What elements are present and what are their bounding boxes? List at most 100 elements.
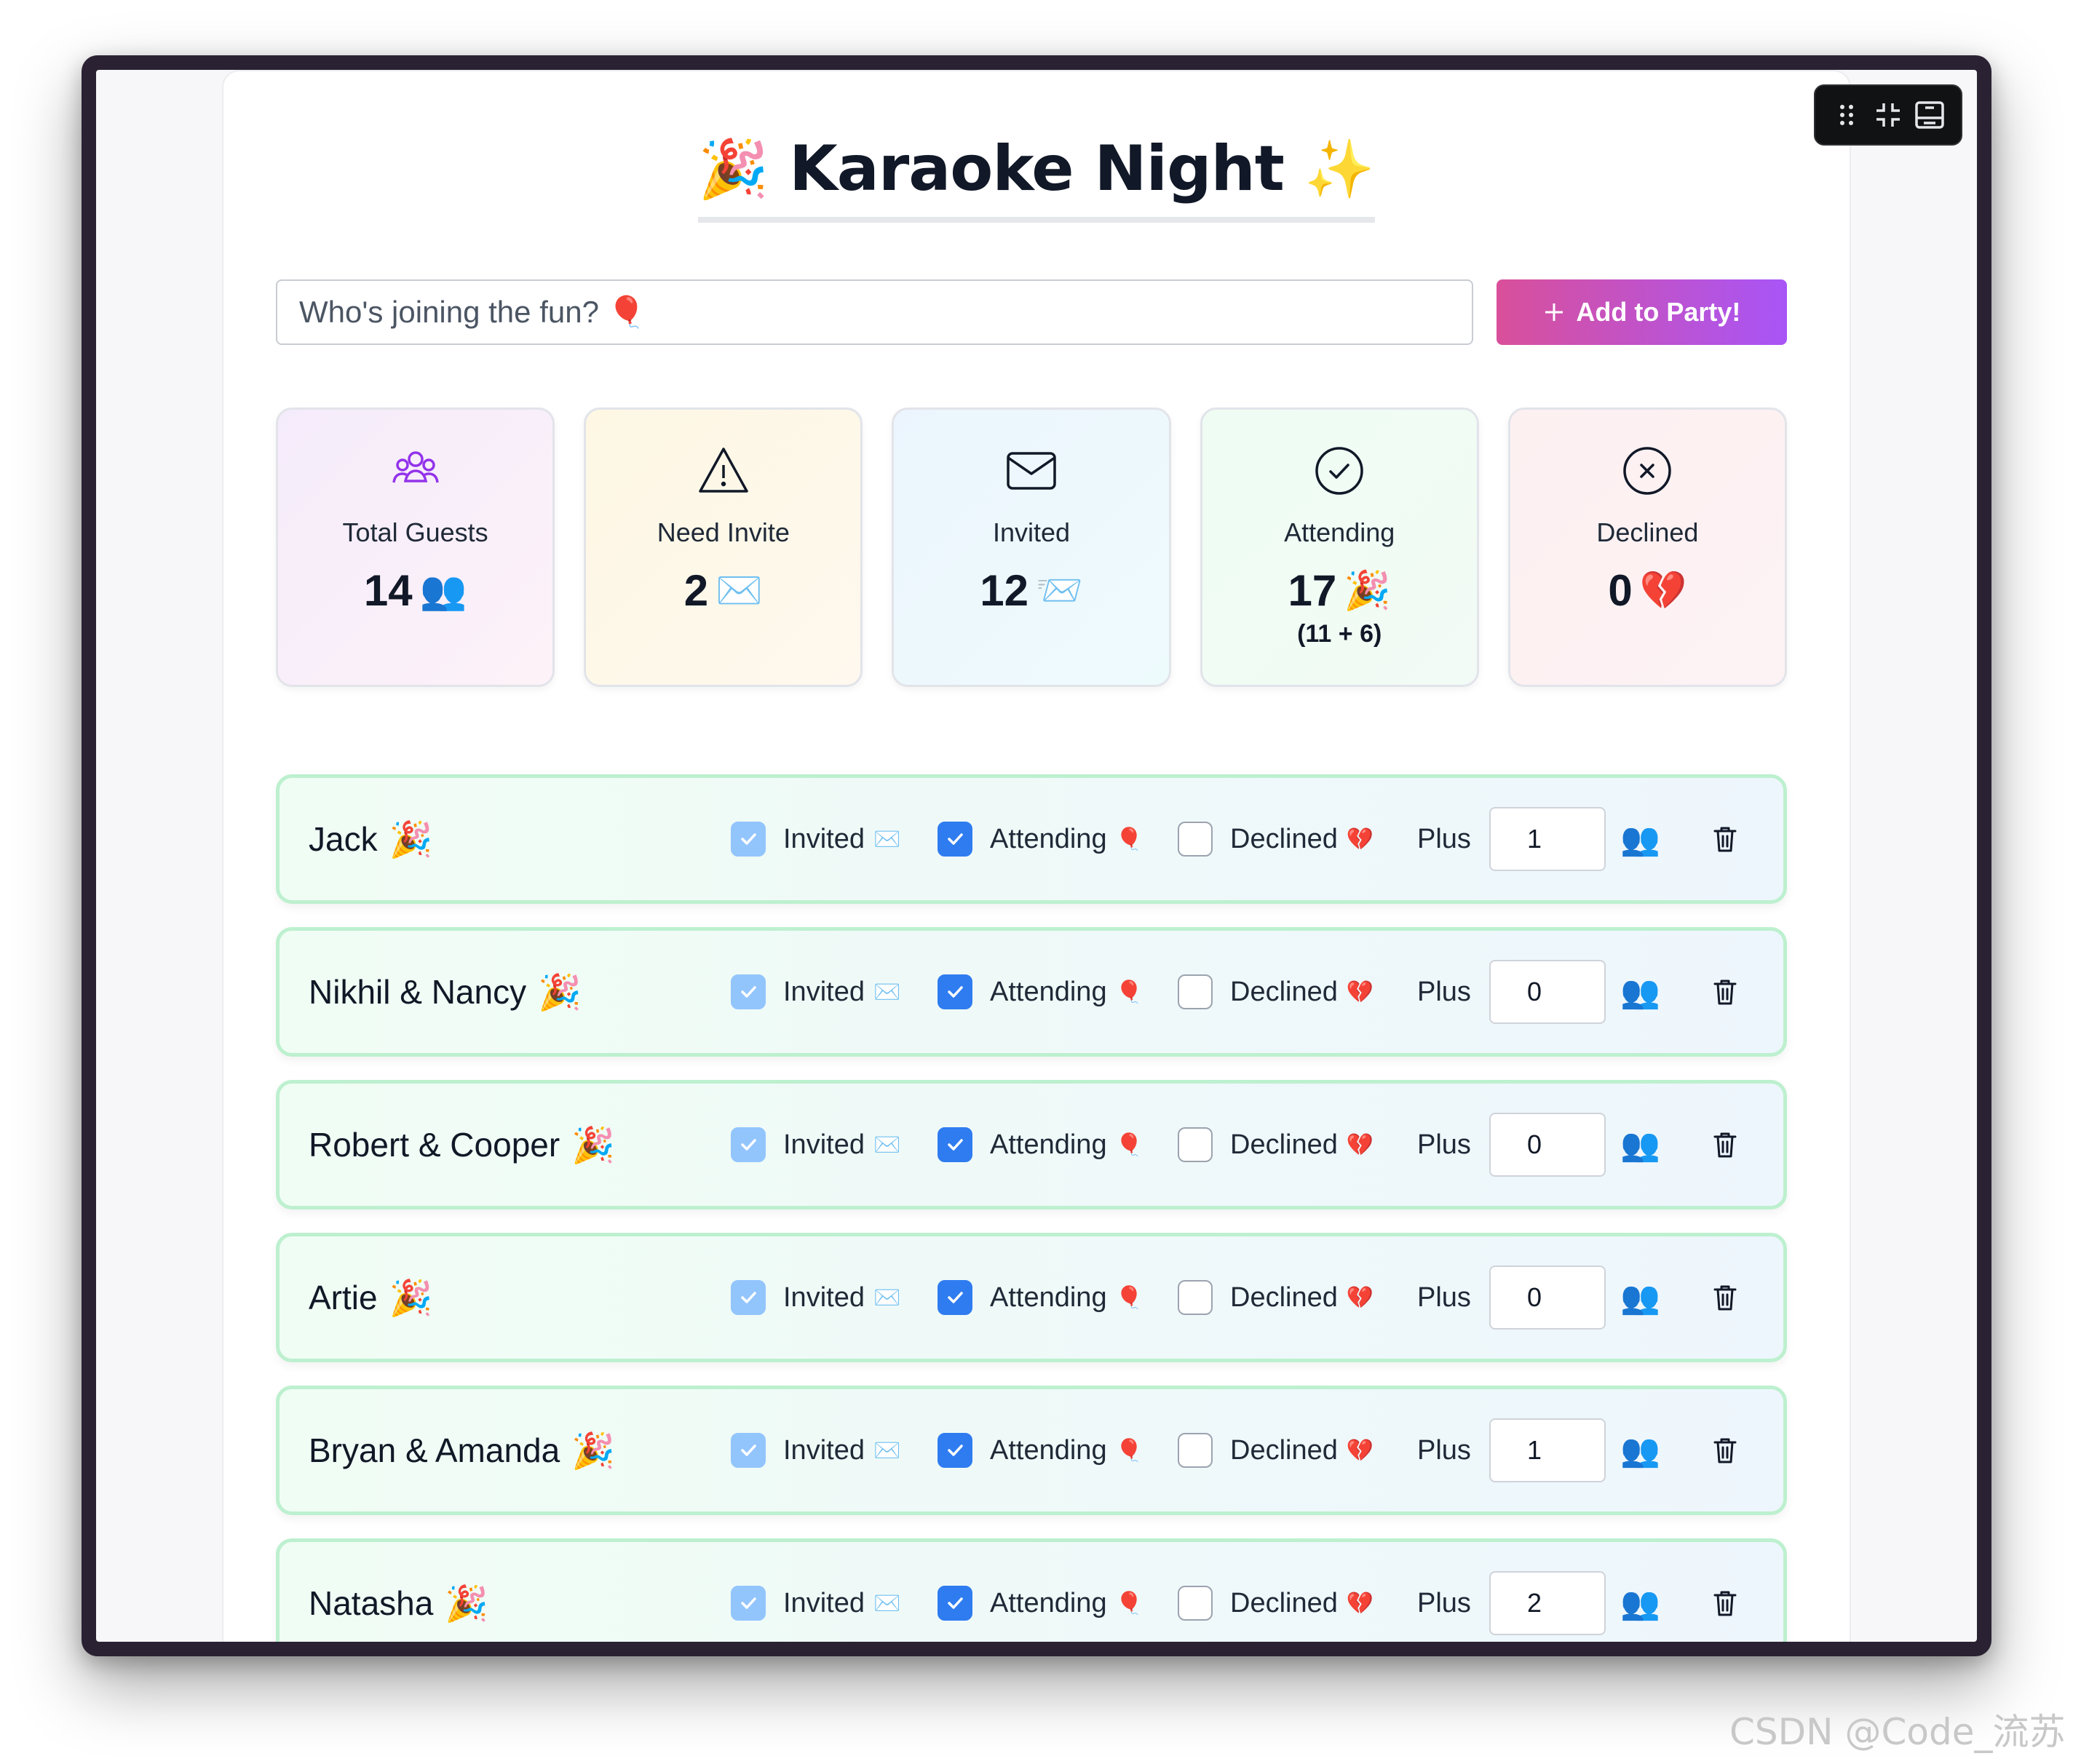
delete-button[interactable] bbox=[1712, 931, 1738, 1053]
plus-count-input[interactable] bbox=[1489, 1266, 1606, 1330]
invited-checkbox-box[interactable] bbox=[731, 974, 766, 1009]
plus-count-input[interactable] bbox=[1489, 1418, 1606, 1482]
invited-checkbox[interactable]: Invited ✉️ bbox=[731, 1389, 900, 1511]
guest-name: Jack 🎉 bbox=[309, 778, 432, 900]
declined-label: Declined bbox=[1230, 1587, 1338, 1618]
attending-checkbox[interactable]: Attending 🎈 bbox=[938, 1389, 1143, 1511]
guest-name-input[interactable] bbox=[276, 279, 1473, 345]
stat-label: Total Guests bbox=[342, 517, 488, 547]
declined-checkbox[interactable]: Declined 💔 bbox=[1178, 1542, 1374, 1642]
delete-button[interactable] bbox=[1712, 1542, 1738, 1642]
title-text: Karaoke Night bbox=[789, 132, 1285, 205]
total-guests-count: 14 bbox=[363, 566, 413, 615]
delete-button[interactable] bbox=[1712, 1236, 1738, 1359]
invited-checkbox[interactable]: Invited ✉️ bbox=[731, 931, 900, 1053]
declined-checkbox-box[interactable] bbox=[1178, 1586, 1213, 1621]
declined-checkbox-box[interactable] bbox=[1178, 822, 1213, 857]
collapse-icon[interactable] bbox=[1872, 99, 1904, 131]
attending-checkbox[interactable]: Attending 🎈 bbox=[938, 1236, 1143, 1359]
declined-checkbox-box[interactable] bbox=[1178, 1280, 1213, 1315]
guest-row: Jack 🎉 Invited ✉️ Attending 🎈 Declined 💔… bbox=[276, 774, 1787, 904]
need-invite-count: 2 bbox=[683, 566, 709, 615]
declined-checkbox-box[interactable] bbox=[1178, 1127, 1213, 1162]
invited-checkbox-box[interactable] bbox=[731, 822, 766, 857]
envelope-emoji: ✉️ bbox=[716, 570, 763, 612]
declined-checkbox[interactable]: Declined 💔 bbox=[1178, 1236, 1374, 1359]
people-emoji: 👥 bbox=[1620, 974, 1660, 1010]
declined-checkbox-box[interactable] bbox=[1178, 1433, 1213, 1468]
invited-checkbox-box[interactable] bbox=[731, 1586, 766, 1621]
browser-viewport: 🎉 Karaoke Night ✨ Add to Party! bbox=[96, 70, 1977, 1642]
trash-icon bbox=[1713, 1285, 1737, 1311]
trash-icon bbox=[1713, 1438, 1737, 1463]
guest-name-text: Robert & Cooper bbox=[309, 1126, 560, 1164]
drag-handle-icon[interactable] bbox=[1831, 99, 1863, 131]
attending-checkbox-box[interactable] bbox=[938, 1280, 972, 1315]
delete-button[interactable] bbox=[1712, 1084, 1738, 1206]
guest-row: Artie 🎉 Invited ✉️ Attending 🎈 Declined … bbox=[276, 1233, 1787, 1362]
party-popper-emoji: 🎉 bbox=[1344, 570, 1391, 612]
stat-need-invite: Need Invite 2 ✉️ bbox=[584, 408, 863, 687]
declined-checkbox-box[interactable] bbox=[1178, 974, 1213, 1009]
add-to-party-button[interactable]: Add to Party! bbox=[1496, 279, 1787, 345]
plus-count-input[interactable] bbox=[1489, 1571, 1606, 1635]
invited-checkbox[interactable]: Invited ✉️ bbox=[731, 1542, 900, 1642]
party-popper-emoji: 🎉 bbox=[445, 1584, 489, 1624]
trash-icon bbox=[1713, 1132, 1737, 1158]
declined-checkbox[interactable]: Declined 💔 bbox=[1178, 931, 1374, 1053]
declined-checkbox[interactable]: Declined 💔 bbox=[1178, 1389, 1374, 1511]
invited-count: 12 bbox=[980, 566, 1028, 615]
attending-checkbox[interactable]: Attending 🎈 bbox=[938, 1542, 1143, 1642]
alert-triangle-icon bbox=[699, 448, 748, 493]
declined-label: Declined bbox=[1230, 1434, 1338, 1466]
guest-name-text: Nikhil & Nancy bbox=[309, 973, 527, 1011]
declined-count: 0 bbox=[1608, 566, 1633, 615]
panel-icon[interactable] bbox=[1914, 99, 1946, 131]
stats-row: Total Guests 14 👥 Need Invite 2 ✉️ Invit… bbox=[276, 408, 1788, 687]
stat-label: Attending bbox=[1284, 517, 1395, 547]
plus-icon bbox=[1545, 303, 1563, 321]
attending-label: Attending bbox=[990, 1587, 1107, 1618]
attending-checkbox-box[interactable] bbox=[938, 1586, 972, 1621]
attending-checkbox-box[interactable] bbox=[938, 1127, 972, 1162]
broken-heart-emoji: 💔 bbox=[1346, 1438, 1374, 1463]
stat-label: Invited bbox=[992, 517, 1071, 547]
attending-label: Attending bbox=[990, 1434, 1107, 1466]
invited-label: Invited bbox=[783, 1282, 865, 1313]
guest-name-text: Artie bbox=[309, 1279, 378, 1316]
attending-label: Attending bbox=[990, 1282, 1107, 1313]
plus-count-input[interactable] bbox=[1489, 1113, 1606, 1177]
stat-attending: Attending 17 🎉 (11 + 6) bbox=[1200, 408, 1479, 687]
invited-checkbox[interactable]: Invited ✉️ bbox=[731, 1084, 900, 1206]
plus-count-input[interactable] bbox=[1489, 960, 1606, 1024]
broken-heart-emoji: 💔 bbox=[1346, 1591, 1374, 1616]
broken-heart-emoji: 💔 bbox=[1639, 570, 1687, 612]
people-emoji: 👥 bbox=[1620, 1280, 1660, 1316]
invited-checkbox-box[interactable] bbox=[731, 1433, 766, 1468]
add-guest-form: Add to Party! bbox=[276, 279, 1787, 345]
delete-button[interactable] bbox=[1712, 778, 1738, 900]
attending-checkbox[interactable]: Attending 🎈 bbox=[938, 778, 1143, 900]
attending-checkbox[interactable]: Attending 🎈 bbox=[938, 1084, 1143, 1206]
attending-checkbox-box[interactable] bbox=[938, 974, 972, 1009]
guest-name: Robert & Cooper 🎉 bbox=[309, 1084, 615, 1206]
guest-row: Natasha 🎉 Invited ✉️ Attending 🎈 Decline… bbox=[276, 1538, 1787, 1642]
trash-icon bbox=[1713, 980, 1737, 1005]
attending-checkbox-box[interactable] bbox=[938, 822, 972, 857]
invited-checkbox-box[interactable] bbox=[731, 1280, 766, 1315]
attending-checkbox-box[interactable] bbox=[938, 1433, 972, 1468]
invited-checkbox[interactable]: Invited ✉️ bbox=[731, 1236, 900, 1359]
invited-checkbox-box[interactable] bbox=[731, 1127, 766, 1162]
attending-checkbox[interactable]: Attending 🎈 bbox=[938, 931, 1143, 1053]
declined-checkbox[interactable]: Declined 💔 bbox=[1178, 1084, 1374, 1206]
plus-label: Plus bbox=[1417, 1129, 1471, 1160]
delete-button[interactable] bbox=[1712, 1389, 1738, 1511]
stat-value: 12 📨 bbox=[980, 565, 1083, 616]
plus-label: Plus bbox=[1417, 1434, 1471, 1466]
declined-checkbox[interactable]: Declined 💔 bbox=[1178, 778, 1374, 900]
sparkles-emoji: ✨ bbox=[1304, 137, 1375, 201]
plus-count-input[interactable] bbox=[1489, 807, 1606, 871]
invited-checkbox[interactable]: Invited ✉️ bbox=[731, 778, 900, 900]
stat-value: 14 👥 bbox=[364, 565, 467, 616]
balloon-emoji: 🎈 bbox=[1115, 980, 1143, 1004]
